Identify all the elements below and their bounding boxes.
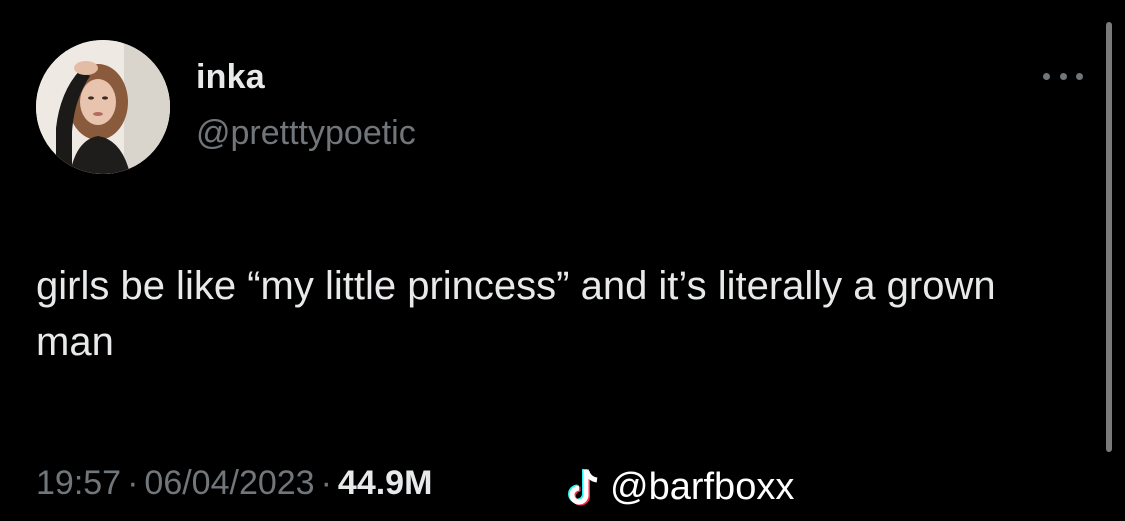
meta-separator: · — [320, 464, 332, 502]
display-name[interactable]: inka — [196, 58, 265, 97]
tiktok-watermark: @barfboxx — [566, 466, 794, 509]
more-horizontal-icon — [1043, 72, 1050, 80]
avatar[interactable] — [36, 40, 170, 174]
more-icon-dot — [1059, 72, 1067, 80]
watermark-handle: @barfboxx — [610, 466, 795, 508]
tweet-text: girls be like “my little princess” and i… — [36, 264, 996, 364]
more-options-button[interactable] — [1043, 66, 1083, 86]
tweet-meta: 19:57 · 06/04/2023 · 44.9M — [36, 464, 432, 503]
tiktok-icon — [566, 468, 602, 508]
meta-separator: · — [127, 464, 139, 502]
profile-photo — [36, 40, 170, 174]
scrollbar[interactable] — [1106, 22, 1112, 452]
user-handle[interactable]: @pretttypoetic — [196, 114, 416, 153]
tweet-time[interactable]: 19:57 — [36, 464, 121, 502]
tweet-date[interactable]: 06/04/2023 — [144, 464, 314, 502]
tweet-card: inka @pretttypoetic girls be like “my li… — [0, 0, 1125, 521]
views-count: 44.9M — [337, 464, 433, 502]
more-icon-dot — [1076, 72, 1083, 80]
